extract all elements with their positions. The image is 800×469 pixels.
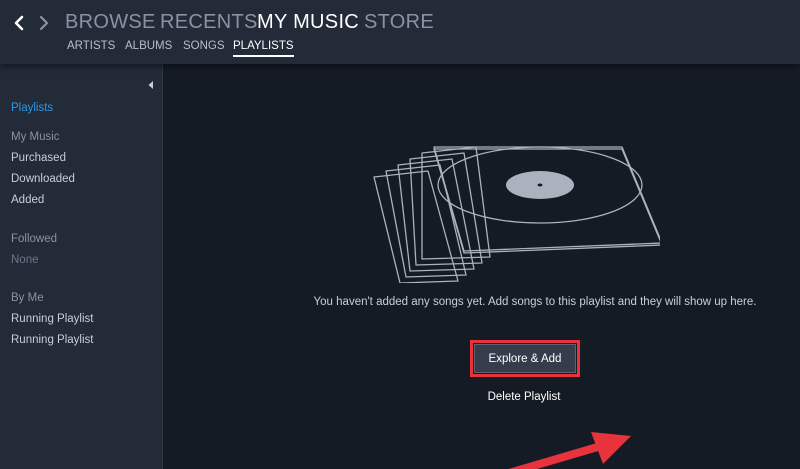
main-content: You haven't added any songs yet. Add son…: [164, 64, 800, 469]
sidebar-item-playlists[interactable]: Playlists: [11, 102, 53, 114]
subtab-artists[interactable]: ARTISTS: [67, 40, 115, 52]
tab-browse[interactable]: BROWSE: [65, 11, 156, 34]
tab-my-music[interactable]: MY MUSIC: [257, 11, 359, 34]
sidebar-item-added[interactable]: Added: [11, 194, 44, 206]
sidebar-heading-followed: Followed: [11, 233, 58, 245]
chevron-right-icon[interactable]: [34, 10, 54, 36]
sidebar-item-running-playlist-2[interactable]: Running Playlist: [11, 334, 93, 346]
explore-add-button[interactable]: Explore & Add: [474, 344, 576, 373]
delete-playlist-link[interactable]: Delete Playlist: [460, 391, 588, 403]
sidebar-heading-by-me: By Me: [11, 292, 44, 304]
vinyl-records-icon: [373, 146, 660, 283]
tab-recents[interactable]: RECENTS: [160, 11, 258, 34]
sidebar-item-running-playlist[interactable]: Running Playlist: [11, 313, 93, 325]
sidebar: Playlists My Music Purchased Downloaded …: [0, 64, 163, 469]
chevron-left-icon[interactable]: [10, 10, 30, 36]
sidebar-item-none: None: [11, 254, 39, 266]
sidebar-item-downloaded[interactable]: Downloaded: [11, 173, 75, 185]
sidebar-item-purchased[interactable]: Purchased: [11, 152, 66, 164]
sidebar-heading-my-music: My Music: [11, 131, 60, 143]
triangle-left-icon[interactable]: [147, 77, 155, 89]
red-arrow-icon: [508, 432, 631, 469]
top-navigation-bar: BROWSE RECENTS MY MUSIC STORE ARTISTS AL…: [0, 0, 800, 64]
subtab-albums[interactable]: ALBUMS: [125, 40, 172, 52]
subtab-playlists[interactable]: PLAYLISTS: [233, 40, 294, 57]
tab-store[interactable]: STORE: [364, 11, 434, 34]
subtab-songs[interactable]: SONGS: [183, 40, 225, 52]
empty-state-message: You haven't added any songs yet. Add son…: [313, 296, 757, 308]
